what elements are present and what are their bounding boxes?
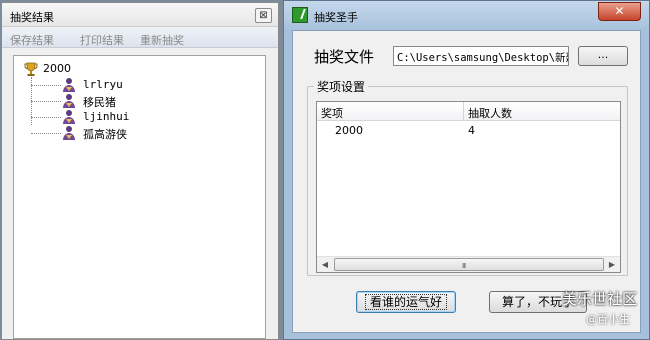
prize-list[interactable]: 奖项 抽取人数 2000 4 ◀ III ▶: [316, 101, 621, 273]
close-icon[interactable]: ⊠: [255, 8, 272, 23]
menu-print-results[interactable]: 打印结果: [80, 32, 124, 48]
results-window: 抽奖结果 ⊠ 保存结果 打印结果 重新抽奖 2000 lrlryu 移民猪 lj…: [1, 2, 279, 340]
trophy-icon: [24, 62, 38, 76]
main-window-title: 抽奖圣手: [314, 11, 358, 24]
file-label: 抽奖文件: [314, 48, 375, 66]
scroll-right-icon[interactable]: ▶: [604, 257, 620, 273]
tree-item[interactable]: 孤高游侠: [31, 125, 231, 141]
results-menubar: 保存结果 打印结果 重新抽奖: [2, 28, 278, 48]
browse-button[interactable]: ...: [578, 46, 628, 66]
user-icon: [63, 78, 75, 92]
draw-button[interactable]: 看谁的运气好: [356, 291, 456, 313]
scroll-left-icon[interactable]: ◀: [317, 257, 333, 273]
scroll-grip: III: [462, 262, 466, 270]
user-icon: [63, 126, 75, 140]
watermark-brand: 美乐世社区: [562, 290, 638, 308]
cell-prize: 2000: [335, 124, 363, 137]
tree-item[interactable]: ljinhui: [31, 109, 231, 125]
user-icon: [63, 110, 75, 124]
results-tree[interactable]: 2000 lrlryu 移民猪 ljinhui 孤高游侠: [13, 55, 266, 339]
tree-item-label: ljinhui: [83, 110, 130, 123]
close-icon[interactable]: ✕: [598, 2, 641, 21]
tree-item-label: lrlryu: [83, 78, 123, 91]
tree-item-label: 移民猪: [83, 96, 116, 109]
watermark-author: @百小生: [586, 313, 630, 326]
prize-settings-group: 奖项设置 奖项 抽取人数 2000 4 ◀ III ▶: [307, 78, 628, 276]
column-header-count[interactable]: 抽取人数: [468, 105, 512, 121]
column-header-prize[interactable]: 奖项: [321, 105, 343, 121]
main-titlebar[interactable]: 抽奖圣手 ✕: [284, 1, 649, 29]
menu-redraw[interactable]: 重新抽奖: [140, 32, 184, 48]
list-header: 奖项 抽取人数: [317, 102, 620, 121]
tree-item[interactable]: lrlryu: [31, 77, 231, 93]
results-window-title: 抽奖结果: [10, 11, 54, 24]
horizontal-scrollbar[interactable]: ◀ III ▶: [317, 256, 620, 272]
draw-button-label: 看谁的运气好: [364, 294, 447, 310]
cell-count: 4: [468, 124, 475, 137]
menu-save-results[interactable]: 保存结果: [10, 32, 54, 48]
group-title: 奖项设置: [314, 78, 369, 95]
tree-item[interactable]: 移民猪: [31, 93, 231, 109]
scroll-thumb[interactable]: III: [334, 258, 604, 271]
results-titlebar[interactable]: 抽奖结果 ⊠: [2, 3, 278, 27]
app-icon: [292, 7, 308, 23]
tree-root-label: 2000: [43, 62, 71, 75]
user-icon: [63, 94, 75, 108]
file-path-field[interactable]: C:\Users\samsung\Desktop\新建: [393, 46, 569, 66]
table-row[interactable]: 2000 4: [317, 124, 620, 140]
tree-item-label: 孤高游侠: [83, 128, 127, 141]
